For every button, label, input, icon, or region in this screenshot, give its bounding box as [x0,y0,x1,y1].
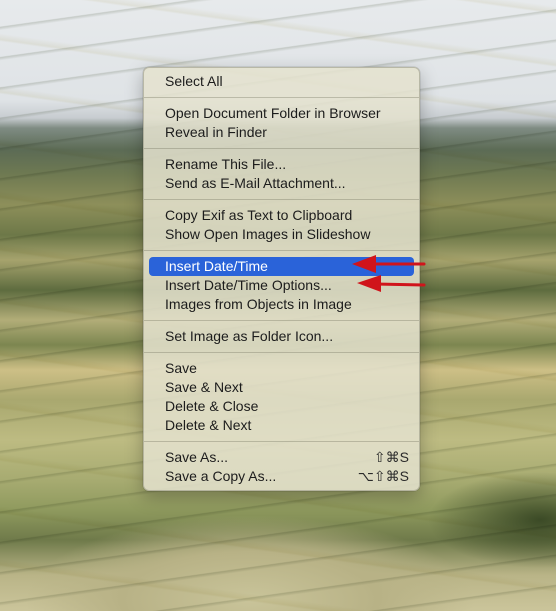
menu-item-label: Save & Next [165,379,243,395]
menu-item[interactable]: Save [144,359,419,378]
menu-item[interactable]: Save a Copy As... ⌥⇧⌘S [144,467,419,486]
menu-item-label: Insert Date/Time Options... [165,277,332,293]
menu-item[interactable]: Set Image as Folder Icon... [144,327,419,346]
menu-item-label: Rename This File... [165,156,287,172]
menu-item-label: Reveal in Finder [165,124,267,140]
menu-item[interactable]: Reveal in Finder [144,123,419,142]
menu-item-label: Copy Exif as Text to Clipboard [165,207,353,223]
menu-separator [144,352,419,353]
menu-separator [144,320,419,321]
menu-separator [144,97,419,98]
menu-item[interactable]: Images from Objects in Image [144,295,419,314]
menu-item[interactable]: Save & Next [144,378,419,397]
menu-separator [144,250,419,251]
menu-item[interactable]: Copy Exif as Text to Clipboard [144,206,419,225]
menu-separator [144,441,419,442]
menu-item-label: Open Document Folder in Browser [165,105,381,121]
menu-item-label: Save [165,360,197,376]
menu-item-label: Select All [165,73,223,89]
menu-item[interactable]: Delete & Close [144,397,419,416]
menu-item[interactable]: Select All [144,72,419,91]
menu-item[interactable]: Send as E-Mail Attachment... [144,174,419,193]
menu-item[interactable]: Rename This File... [144,155,419,174]
context-menu: Select All Open Document Folder in Browse… [143,67,420,491]
menu-item-label: Save a Copy As... [165,468,277,484]
menu-item[interactable]: Delete & Next [144,416,419,435]
menu-item[interactable]: Show Open Images in Slideshow [144,225,419,244]
menu-item-label: Insert Date/Time [165,258,268,274]
menu-item-label: Delete & Close [165,398,259,414]
menu-item-label: Show Open Images in Slideshow [165,226,371,242]
menu-item-label: Set Image as Folder Icon... [165,328,334,344]
menu-item[interactable]: Insert Date/Time [149,257,414,276]
menu-item[interactable]: Insert Date/Time Options... [144,276,419,295]
menu-item-label: Save As... [165,449,229,465]
menu-item-label: Images from Objects in Image [165,296,352,312]
menu-item-shortcut: ⇧⌘S [373,449,409,465]
menu-item-label: Send as E-Mail Attachment... [165,175,346,191]
menu-item-shortcut: ⌥⇧⌘S [357,468,409,484]
menu-separator [144,148,419,149]
menu-separator [144,199,419,200]
menu-item-label: Delete & Next [165,417,252,433]
menu-item[interactable]: Save As... ⇧⌘S [144,448,419,467]
menu-item[interactable]: Open Document Folder in Browser [144,104,419,123]
